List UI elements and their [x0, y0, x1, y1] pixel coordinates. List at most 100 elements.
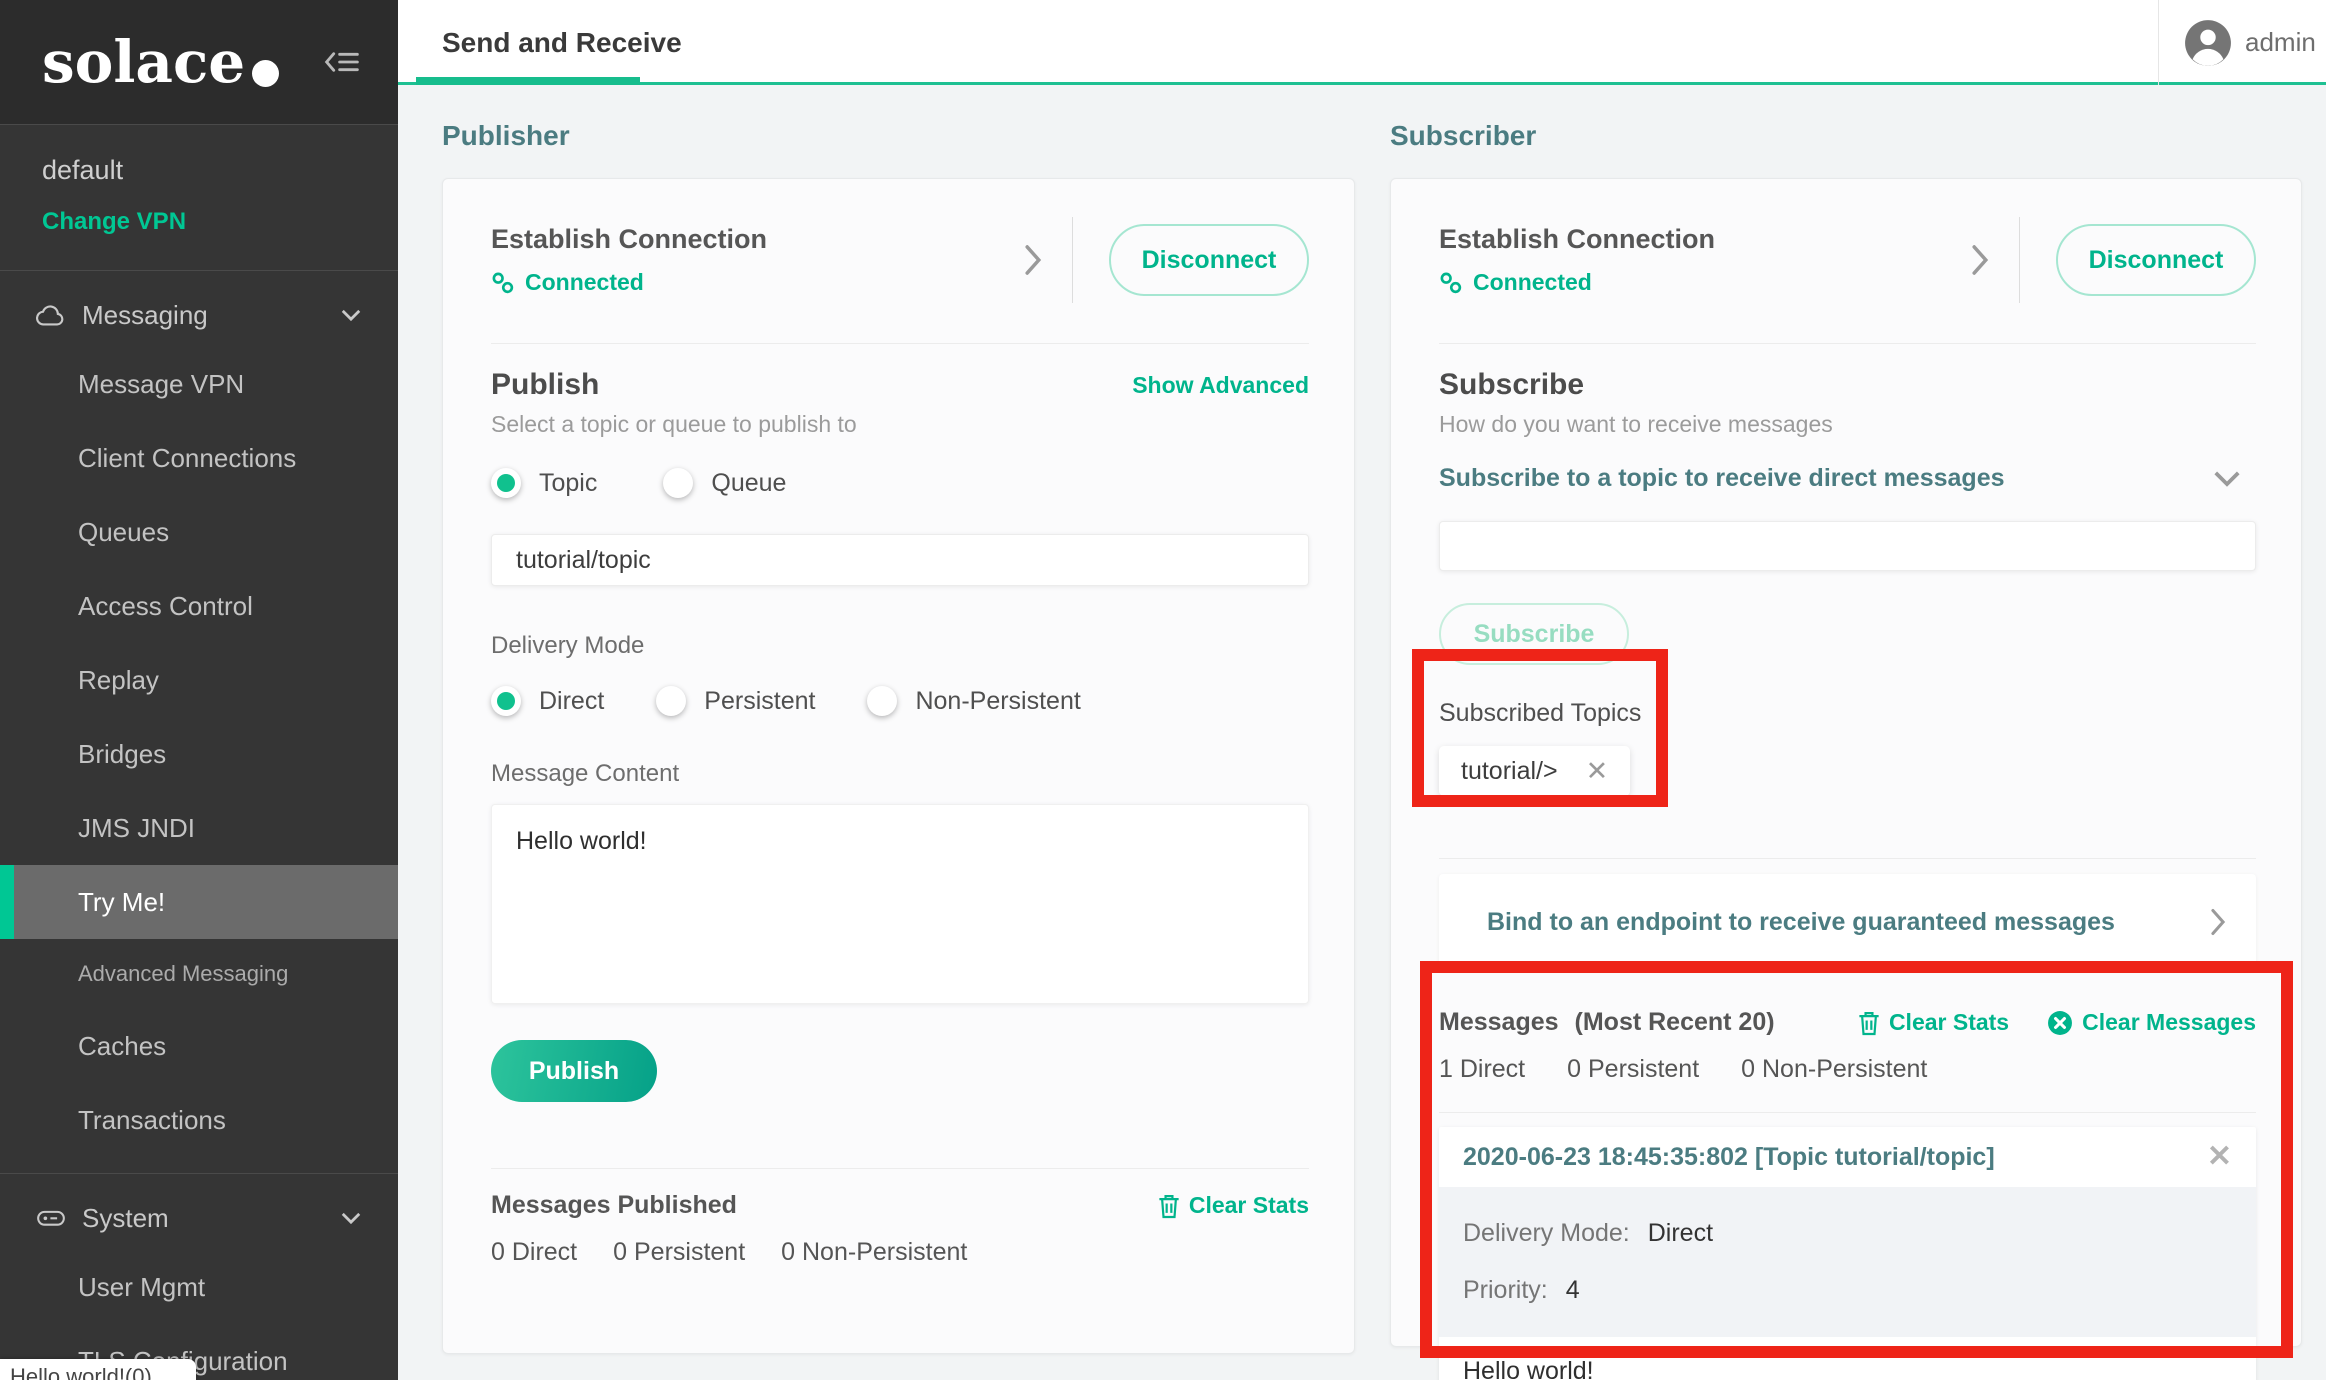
- subscribe-topic-input[interactable]: [1439, 521, 2256, 571]
- publisher-disconnect-button[interactable]: Disconnect: [1109, 224, 1309, 296]
- publisher-connection-row: Establish Connection Connected: [491, 217, 1309, 303]
- clear-messages-link[interactable]: Clear Messages: [2047, 1009, 2256, 1036]
- sidebar-item-jms-jndi[interactable]: JMS JNDI: [0, 791, 398, 865]
- chevron-down-icon: [2212, 469, 2242, 488]
- subscribe-section-head: Subscribe: [1439, 368, 2256, 402]
- meta-delivery-mode-row: Delivery Mode: Direct: [1463, 1205, 2232, 1262]
- remove-topic-icon[interactable]: ✕: [1586, 758, 1609, 785]
- sidebar-item-queues[interactable]: Queues: [0, 495, 398, 569]
- user-menu[interactable]: admin: [2158, 0, 2326, 85]
- connection-status: Connected: [491, 269, 1024, 296]
- topic-chip-text: tutorial/>: [1461, 757, 1558, 786]
- subscribe-button[interactable]: Subscribe: [1439, 603, 1629, 665]
- delivery-mode-value: Direct: [1648, 1219, 1713, 1248]
- publish-button[interactable]: Publish: [491, 1040, 657, 1102]
- subscribed-topics-label: Subscribed Topics: [1439, 699, 2256, 728]
- tab-label: Send and Receive: [442, 27, 682, 59]
- connection-info: Establish Connection Connected: [1439, 224, 1971, 296]
- status-tooltip: Hello world!(0): [0, 1359, 196, 1380]
- top-header: Send and Receive admin: [398, 0, 2326, 85]
- current-vpn-name: default: [42, 155, 356, 186]
- logo-text: solace: [42, 28, 245, 96]
- destination-radio-group: Topic Queue: [491, 468, 1309, 498]
- section-divider: [1439, 343, 2256, 344]
- trash-icon: [1158, 1193, 1180, 1219]
- radio-persistent[interactable]: [656, 686, 686, 716]
- radio-queue-label[interactable]: Queue: [711, 469, 786, 498]
- radio-direct[interactable]: [491, 686, 521, 716]
- nav-section-label: System: [82, 1203, 169, 1234]
- collapse-sidebar-icon[interactable]: [324, 49, 360, 75]
- stat-persistent: 0 Persistent: [1567, 1055, 1699, 1084]
- messages-published-title: Messages Published: [491, 1191, 737, 1220]
- sidebar-item-advanced-messaging[interactable]: Advanced Messaging: [0, 939, 398, 1009]
- publish-title: Publish: [491, 368, 599, 402]
- subscriber-disconnect-button[interactable]: Disconnect: [2056, 224, 2256, 296]
- chevron-right-icon[interactable]: [1971, 244, 1989, 276]
- stat-non-persistent: 0 Non-Persistent: [781, 1238, 967, 1267]
- vertical-divider: [2019, 217, 2020, 303]
- user-avatar-icon: [2183, 18, 2233, 68]
- publisher-stats-row: 0 Direct 0 Persistent 0 Non-Persistent: [491, 1238, 1309, 1267]
- radio-persistent-label[interactable]: Persistent: [704, 687, 815, 716]
- bind-endpoint-row[interactable]: Bind to an endpoint to receive guarantee…: [1439, 874, 2256, 970]
- chevron-down-icon: [340, 308, 362, 322]
- nav-section-system[interactable]: System: [0, 1186, 398, 1250]
- sidebar-item-message-vpn[interactable]: Message VPN: [0, 347, 398, 421]
- message-content-textarea[interactable]: Hello world!: [491, 804, 1309, 1004]
- radio-queue[interactable]: [663, 468, 693, 498]
- chevron-right-icon[interactable]: [1024, 244, 1042, 276]
- change-vpn-link[interactable]: Change VPN: [42, 208, 356, 236]
- sidebar-item-bridges[interactable]: Bridges: [0, 717, 398, 791]
- subscriber-clear-stats-link[interactable]: Clear Stats: [1858, 1009, 2009, 1036]
- message-body: Hello world!: [1439, 1337, 2256, 1380]
- circle-x-icon: [2047, 1010, 2073, 1036]
- sidebar-item-replay[interactable]: Replay: [0, 643, 398, 717]
- clear-messages-label: Clear Messages: [2082, 1009, 2256, 1036]
- sidebar: solace default Change VPN Messaging: [0, 0, 398, 1380]
- vpn-block: default Change VPN: [0, 125, 398, 271]
- sidebar-item-client-connections[interactable]: Client Connections: [0, 421, 398, 495]
- messages-most-recent-label: (Most Recent 20): [1575, 1008, 1775, 1037]
- tab-send-and-receive[interactable]: Send and Receive: [442, 0, 682, 85]
- sidebar-logo-row: solace: [0, 0, 398, 125]
- nav-section-messaging[interactable]: Messaging: [0, 283, 398, 347]
- sidebar-item-try-me[interactable]: Try Me!: [0, 865, 398, 939]
- subscribe-mode-label: Subscribe to a topic to receive direct m…: [1439, 464, 2005, 493]
- subscribed-topic-chip: tutorial/> ✕: [1439, 746, 1630, 796]
- stat-persistent: 0 Persistent: [613, 1238, 745, 1267]
- radio-non-persistent-label[interactable]: Non-Persistent: [915, 687, 1080, 716]
- sidebar-nav: Messaging Message VPN Client Connections…: [0, 283, 398, 1380]
- message-header-row: 2020-06-23 18:45:35:802 [Topic tutorial/…: [1439, 1127, 2256, 1187]
- delivery-mode-label: Delivery Mode: [491, 632, 1309, 660]
- radio-topic-label[interactable]: Topic: [539, 469, 597, 498]
- main-content: Publisher Establish Connection Connected: [398, 85, 2326, 1380]
- message-meta: Delivery Mode: Direct Priority: 4: [1439, 1187, 2256, 1337]
- chevron-down-icon: [340, 1211, 362, 1225]
- subscribe-mode-dropdown[interactable]: Subscribe to a topic to receive direct m…: [1439, 464, 2256, 493]
- subscriber-card: Establish Connection Connected: [1390, 178, 2302, 1347]
- publisher-clear-stats-link[interactable]: Clear Stats: [1158, 1192, 1309, 1219]
- publisher-card: Establish Connection Connected: [442, 178, 1355, 1354]
- connection-status-label: Connected: [525, 269, 644, 296]
- solace-manager-page: solace default Change VPN Messaging: [0, 0, 2326, 1380]
- radio-direct-label[interactable]: Direct: [539, 687, 604, 716]
- radio-topic[interactable]: [491, 468, 521, 498]
- messages-published-head: Messages Published Clear Stats: [491, 1191, 1309, 1220]
- publish-subtitle: Select a topic or queue to publish to: [491, 411, 1309, 438]
- publish-topic-input[interactable]: [491, 534, 1309, 586]
- show-advanced-link[interactable]: Show Advanced: [1132, 372, 1309, 399]
- received-message-card: 2020-06-23 18:45:35:802 [Topic tutorial/…: [1439, 1127, 2256, 1380]
- message-content-label: Message Content: [491, 760, 1309, 788]
- nav-section-label: Messaging: [82, 300, 208, 331]
- section-divider: [491, 1168, 1309, 1169]
- stat-direct: 0 Direct: [491, 1238, 577, 1267]
- sidebar-item-caches[interactable]: Caches: [0, 1009, 398, 1083]
- radio-non-persistent[interactable]: [867, 686, 897, 716]
- stat-direct: 1 Direct: [1439, 1055, 1525, 1084]
- sidebar-item-user-mgmt[interactable]: User Mgmt: [0, 1250, 398, 1324]
- sidebar-item-transactions[interactable]: Transactions: [0, 1083, 398, 1157]
- sidebar-item-access-control[interactable]: Access Control: [0, 569, 398, 643]
- dismiss-message-icon[interactable]: ✕: [2207, 1142, 2232, 1172]
- header-bottom-line: [398, 82, 2326, 85]
